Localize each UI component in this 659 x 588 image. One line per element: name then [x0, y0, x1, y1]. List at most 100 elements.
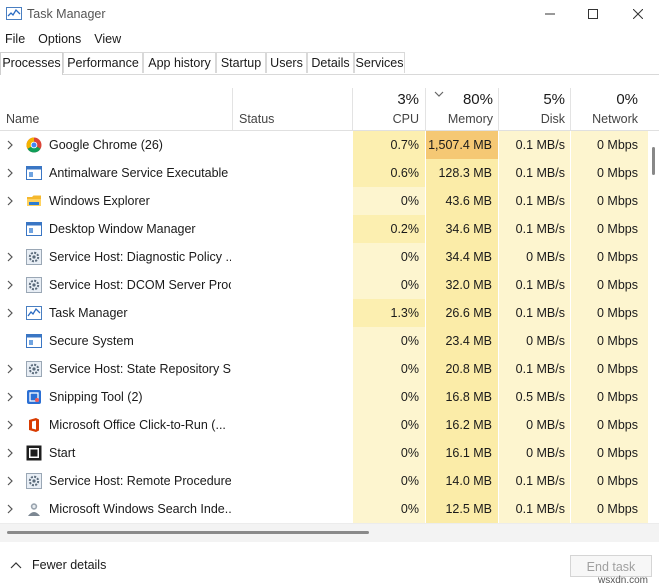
cpu-value: 0% [400, 278, 419, 292]
minimize-button[interactable] [527, 0, 573, 28]
disk-value: 0.1 MB/s [515, 474, 565, 488]
process-name: Windows Explorer [49, 194, 150, 208]
horizontal-scroll-thumb[interactable] [7, 531, 369, 534]
chevron-right-icon[interactable] [6, 476, 14, 486]
end-task-button[interactable]: End task [570, 555, 652, 577]
chrome-icon [26, 137, 42, 153]
column-cpu[interactable]: CPU [354, 112, 419, 126]
column-divider[interactable] [352, 88, 353, 130]
cpu-value: 0% [400, 474, 419, 488]
tab-startup[interactable]: Startup [216, 52, 266, 73]
chevron-right-icon[interactable] [6, 364, 14, 374]
process-row[interactable]: Microsoft Windows Search Inde... 0% 12.5 M… [0, 495, 648, 523]
folder-icon [27, 195, 41, 206]
process-name: Service Host: Diagnostic Policy ... [49, 250, 231, 264]
service-window-icon [26, 166, 42, 180]
chevron-up-icon[interactable] [10, 561, 22, 569]
process-list: Google Chrome (26) 0.7% 1,507.4 MB 0.1 MB/s… [0, 131, 648, 523]
tab-details[interactable]: Details [307, 52, 354, 73]
menu-view[interactable]: View [89, 30, 127, 48]
column-divider[interactable] [498, 88, 499, 130]
process-row[interactable]: Google Chrome (26) 0.7% 1,507.4 MB 0.1 MB/s… [0, 131, 648, 159]
memory-value: 16.8 MB [445, 390, 492, 404]
memory-value: 23.4 MB [445, 334, 492, 348]
menu-file[interactable]: File [0, 30, 31, 48]
menu-options[interactable]: Options [33, 30, 87, 48]
task-manager-icon [6, 7, 22, 20]
process-row[interactable]: Antimalware Service Executable 0.6% 128.3 … [0, 159, 648, 187]
process-row[interactable]: Service Host: DCOM Server Proc... 0% 32.0 … [0, 271, 648, 299]
column-divider[interactable] [425, 88, 426, 130]
network-percent: 0% [616, 91, 638, 108]
process-row[interactable]: Service Host: Diagnostic Policy ... 0% 34.… [0, 243, 648, 271]
column-header: Name Status 3% CPU 80% Memory 5% Disk 0%… [0, 88, 659, 131]
disk-percent: 5% [543, 91, 565, 108]
column-status[interactable]: Status [239, 112, 274, 126]
tab-app-history[interactable]: App history [143, 52, 216, 73]
network-value: 0 Mbps [597, 250, 638, 264]
network-value: 0 Mbps [597, 390, 638, 404]
tab-services[interactable]: Services [354, 52, 405, 73]
process-name: Service Host: State Repository S... [49, 362, 231, 376]
process-row[interactable]: Microsoft Office Click-to-Run (... 0% 16.2… [0, 411, 648, 439]
process-row[interactable]: Windows Explorer 0% 43.6 MB 0.1 MB/s 0 Mbps [0, 187, 648, 215]
process-name: Desktop Window Manager [49, 222, 196, 236]
vertical-scrollbar[interactable] [650, 131, 659, 523]
cpu-value: 0% [400, 334, 419, 348]
process-name: Service Host: Remote Procedure... [49, 474, 231, 488]
process-row[interactable]: Desktop Window Manager 0.2% 34.6 MB 0.1 MB/… [0, 215, 648, 243]
column-network[interactable]: Network [572, 112, 638, 126]
close-button[interactable] [615, 0, 659, 28]
network-value: 0 Mbps [597, 334, 638, 348]
tab-performance[interactable]: Performance [63, 52, 143, 73]
disk-value: 0 MB/s [526, 446, 565, 460]
column-disk[interactable]: Disk [500, 112, 565, 126]
column-name[interactable]: Name [6, 112, 39, 126]
chevron-right-icon[interactable] [6, 140, 14, 150]
disk-value: 0.1 MB/s [515, 278, 565, 292]
title-bar: Task Manager [0, 0, 659, 28]
network-value: 0 Mbps [597, 194, 638, 208]
disk-value: 0 MB/s [526, 250, 565, 264]
network-value: 0 Mbps [597, 306, 638, 320]
maximize-button[interactable] [570, 0, 616, 28]
chevron-right-icon[interactable] [6, 448, 14, 458]
disk-value: 0 MB/s [526, 418, 565, 432]
tab-processes[interactable]: Processes [0, 52, 63, 75]
cpu-percent: 3% [397, 91, 419, 108]
process-row[interactable]: Snipping Tool (2) 0% 16.8 MB 0.5 MB/s 0 Mbps [0, 383, 648, 411]
column-divider[interactable] [232, 88, 233, 130]
cpu-value: 0.2% [390, 222, 420, 236]
cpu-value: 0% [400, 446, 419, 460]
process-row[interactable]: Service Host: Remote Procedure... 0% 14.0 … [0, 467, 648, 495]
process-row[interactable]: Secure System 0% 23.4 MB 0 MB/s 0 Mbps [0, 327, 648, 355]
chevron-right-icon[interactable] [6, 252, 14, 262]
cpu-value: 0% [400, 250, 419, 264]
cpu-value: 0% [400, 194, 419, 208]
chevron-right-icon[interactable] [6, 280, 14, 290]
memory-value: 128.3 MB [438, 166, 492, 180]
process-row[interactable]: Service Host: State Repository S... 0% 20.… [0, 355, 648, 383]
chevron-right-icon[interactable] [6, 168, 14, 178]
chevron-right-icon[interactable] [6, 196, 14, 206]
gear-icon [26, 361, 42, 377]
chevron-right-icon[interactable] [6, 392, 14, 402]
tab-users[interactable]: Users [266, 52, 307, 73]
network-value: 0 Mbps [597, 138, 638, 152]
maximize-icon [588, 9, 598, 19]
watermark: wsxdn.com [598, 575, 649, 586]
minimize-icon [545, 13, 555, 15]
column-memory[interactable]: Memory [427, 112, 493, 126]
network-value: 0 Mbps [597, 166, 638, 180]
vertical-scroll-thumb[interactable] [652, 147, 655, 175]
gear-icon [26, 277, 42, 293]
chevron-right-icon[interactable] [6, 308, 14, 318]
memory-value: 43.6 MB [445, 194, 492, 208]
cpu-value: 0.7% [390, 138, 420, 152]
column-divider[interactable] [570, 88, 571, 130]
chevron-right-icon[interactable] [6, 504, 14, 514]
fewer-details-link[interactable]: Fewer details [32, 558, 106, 572]
process-row[interactable]: Task Manager 1.3% 26.6 MB 0.1 MB/s 0 Mbps [0, 299, 648, 327]
process-row[interactable]: Start 0% 16.1 MB 0 MB/s 0 Mbps [0, 439, 648, 467]
chevron-right-icon[interactable] [6, 420, 14, 430]
